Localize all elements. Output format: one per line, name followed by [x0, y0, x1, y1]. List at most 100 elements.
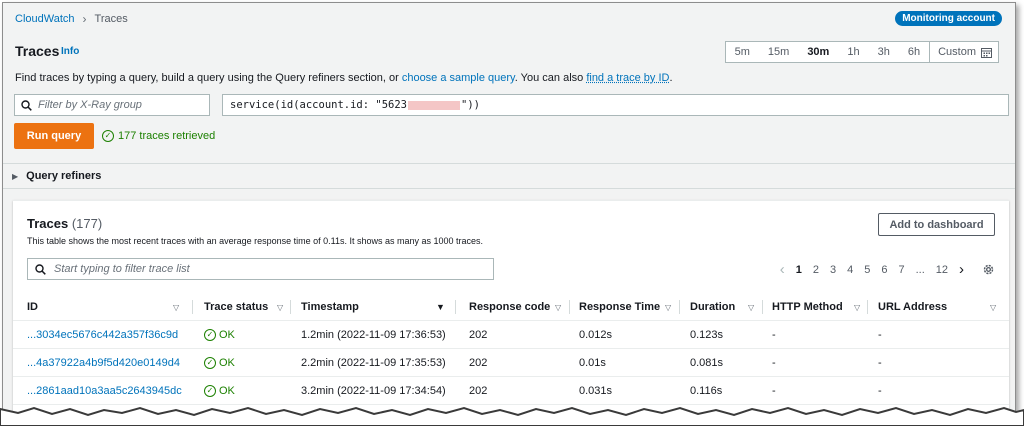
http-method-cell: - [772, 329, 776, 341]
info-link[interactable]: Info [61, 46, 79, 57]
trace-filter-input[interactable]: Start typing to filter trace list [27, 258, 494, 280]
trace-id-link[interactable]: ...3034ec5676c442a357f36c9d [27, 321, 178, 349]
gear-icon[interactable] [982, 263, 995, 276]
sample-query-link[interactable]: choose a sample query [402, 72, 515, 84]
run-query-button[interactable]: Run query [14, 123, 94, 149]
column-divider [290, 300, 291, 314]
success-check-icon: ✓ [204, 357, 216, 369]
sort-icon: ▽ [990, 302, 997, 312]
table-row: ...3034ec5676c442a357f36c9d ✓ OK 1.2min (… [13, 321, 1009, 349]
sort-icon: ▽ [748, 302, 755, 312]
page-number[interactable]: 12 [936, 264, 948, 276]
pagination: ‹ 1 2 3 4 5 6 7 ... 12 › [780, 261, 995, 278]
column-header-url-address[interactable]: URL Address ▽ [878, 293, 1003, 321]
query-text-end: ")) [461, 99, 480, 111]
traces-description: This table shows the most recent traces … [27, 236, 484, 246]
page-number[interactable]: 5 [864, 264, 870, 276]
trace-status-text: OK [219, 357, 235, 369]
column-label: URL Address [878, 301, 948, 313]
response-time-cell: 0.012s [579, 329, 613, 341]
sort-icon: ▽ [173, 302, 180, 312]
trace-status: ✓ OK [204, 349, 235, 377]
find-trace-by-id-link[interactable]: find a trace by ID [586, 72, 669, 84]
sort-icon: ▽ [665, 302, 672, 312]
query-refiners-label: Query refiners [26, 170, 102, 182]
column-label: Trace status [204, 301, 269, 313]
timestamp-cell: 1.2min (2022-11-09 17:36:53) [301, 329, 446, 341]
time-range-option[interactable]: 15m [759, 42, 798, 62]
sort-descending-icon: ▼ [436, 302, 445, 312]
xray-group-filter-input[interactable]: Filter by X-Ray group [14, 94, 210, 116]
trace-filter-placeholder: Start typing to filter trace list [54, 263, 190, 275]
chevron-right-icon[interactable]: › [959, 261, 964, 278]
breadcrumb-cloudwatch[interactable]: CloudWatch [15, 13, 75, 25]
page-number[interactable]: 7 [898, 264, 904, 276]
time-range-option[interactable]: 6h [899, 42, 929, 62]
response-code-cell: 202 [469, 357, 488, 369]
success-check-icon: ✓ [204, 329, 216, 341]
traces-title: Traces [27, 216, 69, 231]
traces-panel: Traces (177) This table shows the most r… [13, 200, 1009, 425]
traces-panel-title: Traces (177) [27, 216, 102, 231]
add-to-dashboard-button[interactable]: Add to dashboard [878, 213, 995, 236]
column-label: Response code [469, 301, 551, 313]
xray-group-placeholder: Filter by X-Ray group [38, 99, 142, 111]
column-label: Duration [690, 301, 736, 313]
chevron-right-icon: › [82, 12, 87, 26]
redacted-account-id [408, 100, 461, 110]
table-header: ID ▽ Trace status ▽ Timestamp ▼ Response co… [13, 293, 1009, 321]
search-icon [21, 99, 32, 111]
time-range-option[interactable]: 5m [726, 42, 759, 62]
url-address-cell: - [878, 329, 882, 341]
column-header-response-code[interactable]: Response code ▽ [469, 293, 570, 321]
page-title: Traces [15, 43, 60, 59]
page-number[interactable]: 4 [847, 264, 853, 276]
query-status: ✓ 177 traces retrieved [102, 130, 215, 142]
column-header-trace-status[interactable]: Trace status ▽ [204, 293, 291, 321]
page-number[interactable]: 3 [830, 264, 836, 276]
page-number-current[interactable]: 1 [796, 264, 802, 276]
query-status-text: 177 traces retrieved [118, 130, 216, 142]
custom-time-range-button[interactable]: Custom [929, 42, 998, 62]
sort-icon: ▽ [277, 302, 284, 312]
breadcrumb: CloudWatch › Traces [15, 12, 128, 26]
description-text: . [669, 72, 673, 84]
trace-status-text: OK [219, 385, 235, 397]
chevron-left-icon[interactable]: ‹ [780, 261, 785, 278]
page-ellipsis: ... [915, 263, 925, 276]
url-address-cell: - [878, 357, 882, 369]
trace-status-text: OK [219, 329, 235, 341]
trace-id-link[interactable]: ...4a37922a4b9f5d420e0149d4 [27, 349, 180, 377]
timestamp-cell: 2.2min (2022-11-09 17:35:53) [301, 357, 446, 369]
column-header-id[interactable]: ID ▽ [27, 293, 193, 321]
column-label: ID [27, 301, 38, 313]
column-header-response-time[interactable]: Response Time ▽ [579, 293, 680, 321]
column-label: Timestamp [301, 301, 359, 313]
column-divider [569, 300, 570, 314]
column-label: HTTP Method [772, 301, 843, 313]
query-text: service(id(account.id: "5623 [230, 99, 408, 111]
calendar-icon [981, 47, 992, 58]
caret-right-icon: ▶ [12, 171, 19, 181]
time-range-option[interactable]: 3h [869, 42, 899, 62]
duration-cell: 0.123s [690, 329, 724, 341]
column-divider [679, 300, 680, 314]
page-description: Find traces by typing a query, build a q… [15, 72, 673, 84]
monitoring-account-badge[interactable]: Monitoring account [895, 11, 1002, 26]
sort-icon: ▽ [555, 302, 562, 312]
page-number[interactable]: 6 [881, 264, 887, 276]
query-refiners-toggle[interactable]: ▶ Query refiners [3, 163, 1015, 189]
sort-icon: ▽ [854, 302, 861, 312]
column-header-duration[interactable]: Duration ▽ [690, 293, 763, 321]
search-icon [35, 263, 46, 275]
column-header-timestamp[interactable]: Timestamp ▼ [301, 293, 456, 321]
response-code-cell: 202 [469, 329, 488, 341]
column-divider [867, 300, 868, 314]
time-range-selector: 5m 15m 30m 1h 3h 6h Custom [724, 41, 999, 63]
column-header-http-method[interactable]: HTTP Method ▽ [772, 293, 868, 321]
page-number[interactable]: 2 [813, 264, 819, 276]
time-range-option-selected[interactable]: 30m [798, 42, 838, 62]
query-editor[interactable]: service(id(account.id: "5623 ")) [222, 94, 1009, 116]
traces-count: (177) [71, 216, 103, 231]
time-range-option[interactable]: 1h [838, 42, 868, 62]
